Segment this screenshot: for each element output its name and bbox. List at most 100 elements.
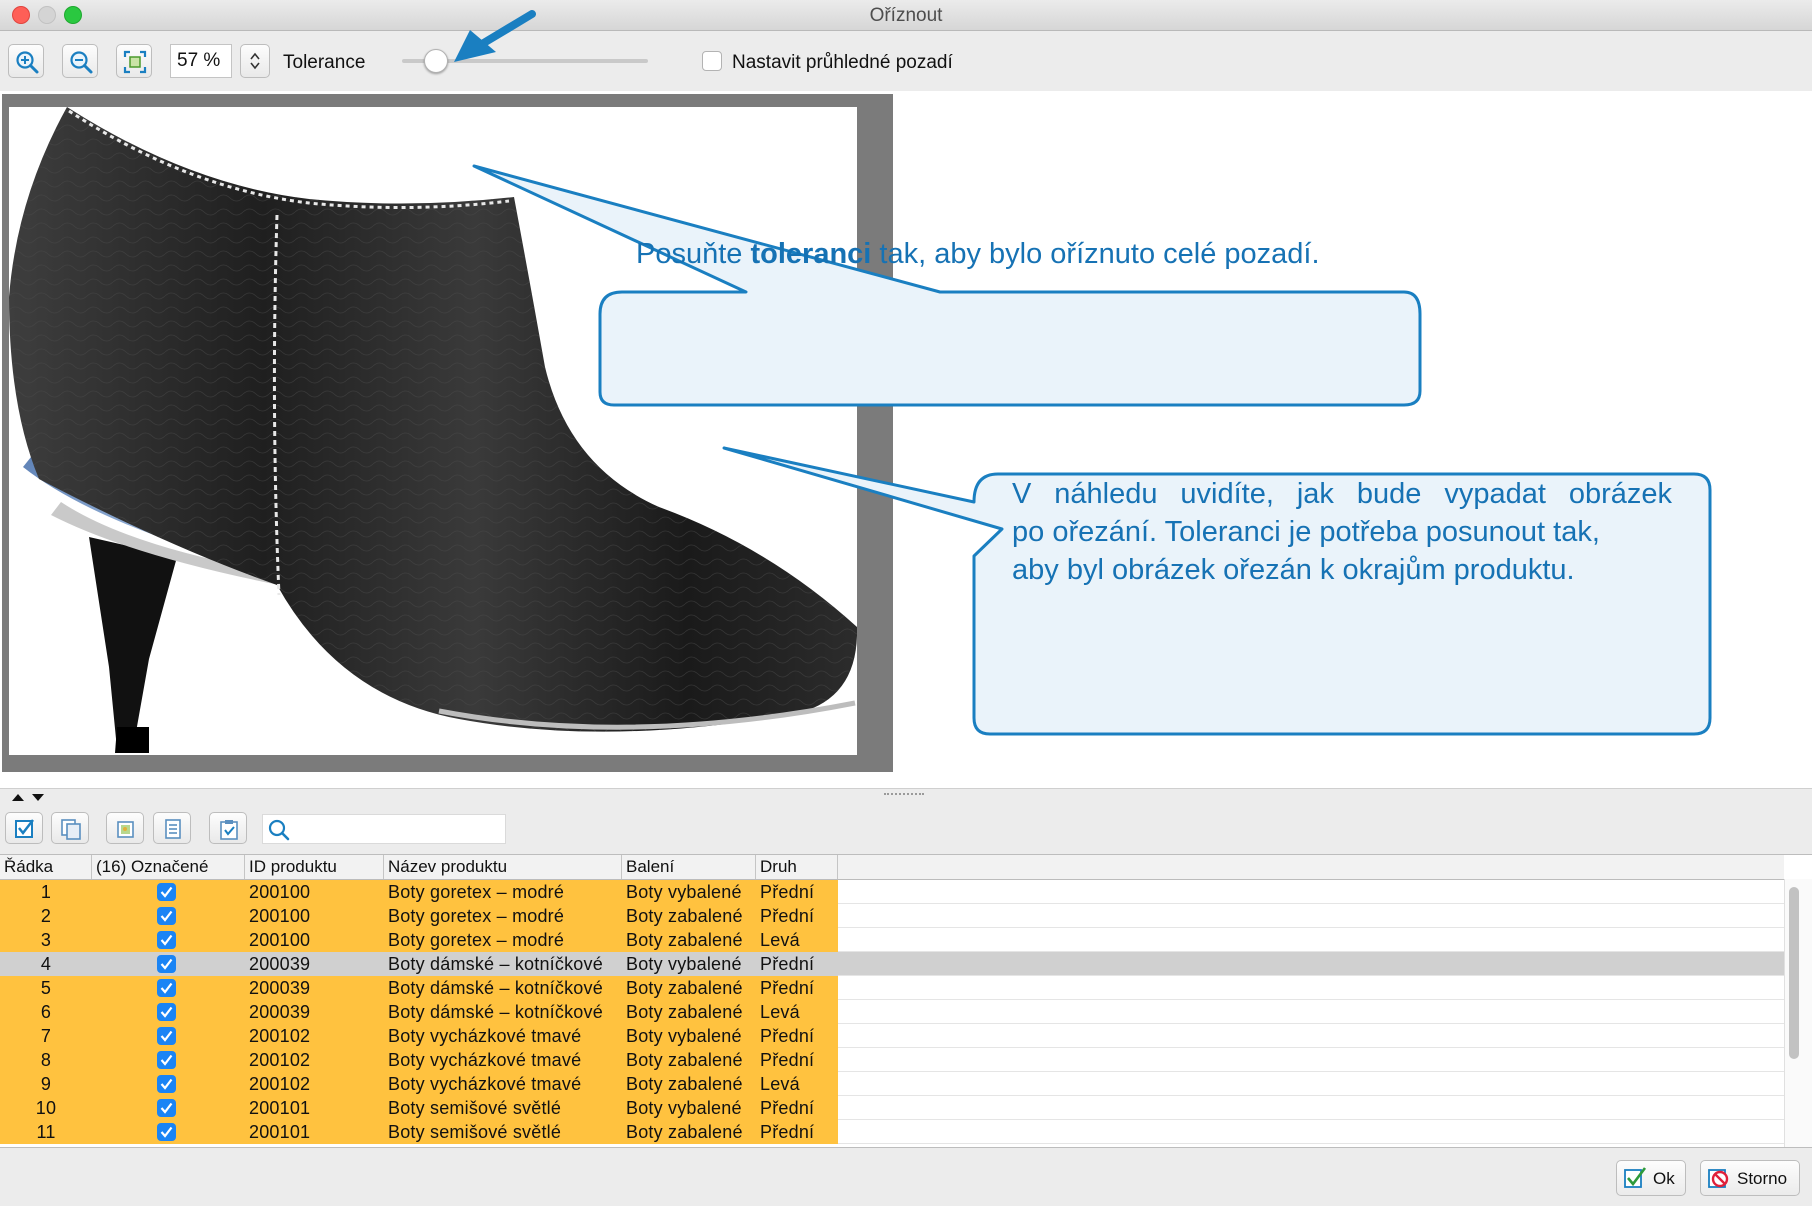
row-checkbox[interactable] bbox=[157, 1123, 176, 1141]
cell-product-name: Boty dámské – kotníčkové bbox=[388, 1002, 603, 1022]
cell-kind: Přední bbox=[760, 1098, 815, 1118]
cell-row-number: 10 bbox=[35, 1098, 57, 1118]
cell-product-name: Boty goretex – modré bbox=[388, 906, 565, 926]
checkmark-icon bbox=[160, 958, 173, 970]
table-row[interactable]: 4 200039 Boty dámské – kotníčkové Boty vyba… bbox=[0, 952, 1784, 976]
cell-product-id: 200101 bbox=[249, 1098, 311, 1118]
checkmark-icon bbox=[160, 1054, 173, 1066]
table-row[interactable]: 2 200100 Boty goretex – modré Boty zabalené… bbox=[0, 904, 1784, 928]
cell-row-number: 5 bbox=[40, 978, 52, 998]
cell-kind: Přední bbox=[760, 882, 815, 902]
column-header-marked[interactable]: (16) Označené bbox=[92, 855, 245, 879]
ok-button[interactable]: Ok bbox=[1616, 1160, 1686, 1196]
cell-product-id: 200100 bbox=[249, 930, 311, 950]
tolerance-callout-bubble bbox=[472, 164, 1422, 407]
check-all-button[interactable] bbox=[5, 812, 43, 844]
row-empty-area bbox=[838, 1048, 1784, 1072]
table-row[interactable]: 9 200102 Boty vycházkové tmavé Boty zabalen… bbox=[0, 1072, 1784, 1096]
tolerance-callout-text: Posuňte toleranci tak, aby bylo oříznuto… bbox=[636, 238, 1320, 270]
callout-overlay bbox=[454, 10, 1712, 736]
image-icon bbox=[117, 821, 134, 838]
table-row[interactable]: 10 200101 Boty semišové světlé Boty vybalen… bbox=[0, 1096, 1784, 1120]
cell-product-id: 200102 bbox=[249, 1050, 311, 1070]
row-checkbox[interactable] bbox=[157, 1075, 176, 1093]
table-row[interactable]: 7 200102 Boty vycházkové tmavé Boty vybalen… bbox=[0, 1024, 1784, 1048]
cancel-button[interactable]: Storno bbox=[1700, 1160, 1800, 1196]
column-header-name[interactable]: Název produktu bbox=[384, 855, 622, 879]
image-action-button[interactable] bbox=[106, 812, 144, 844]
cell-product-id: 200100 bbox=[249, 906, 311, 926]
cell-product-id: 200039 bbox=[249, 954, 311, 974]
column-header-id[interactable]: ID produktu bbox=[245, 855, 384, 879]
row-checkbox[interactable] bbox=[157, 1099, 176, 1117]
splitter-grip[interactable] bbox=[884, 793, 924, 798]
cell-product-name: Boty vycházkové tmavé bbox=[388, 1026, 582, 1046]
cell-row-number: 2 bbox=[40, 906, 52, 926]
row-checkbox[interactable] bbox=[157, 979, 176, 997]
cell-row-number: 9 bbox=[40, 1074, 52, 1094]
cell-packing: Boty vybalené bbox=[626, 954, 742, 974]
preview-callout-line-3: aby byl obrázek ořezán k okrajům produkt… bbox=[1012, 554, 1575, 586]
table-row[interactable]: 5 200039 Boty dámské – kotníčkové Boty zaba… bbox=[0, 976, 1784, 1000]
cell-row-number: 6 bbox=[40, 1002, 52, 1022]
grid-search-input[interactable] bbox=[262, 814, 506, 844]
row-checkbox[interactable] bbox=[157, 1003, 176, 1021]
cell-packing: Boty zabalené bbox=[626, 906, 743, 926]
grid-scrollbar-thumb[interactable] bbox=[1789, 887, 1799, 1059]
export-button[interactable] bbox=[209, 812, 247, 844]
cell-product-id: 200039 bbox=[249, 1002, 311, 1022]
grid-header: Řádka (16) Označené ID produktu Název pr… bbox=[0, 855, 1784, 880]
cell-product-name: Boty dámské – kotníčkové bbox=[388, 954, 603, 974]
cancel-button-label: Storno bbox=[1737, 1169, 1788, 1188]
cell-product-id: 200102 bbox=[249, 1026, 311, 1046]
row-empty-area bbox=[838, 1024, 1784, 1048]
uncheck-all-button[interactable] bbox=[51, 812, 89, 844]
checkmark-icon bbox=[160, 1030, 173, 1042]
row-checkbox[interactable] bbox=[157, 1027, 176, 1045]
column-header-packing[interactable]: Balení bbox=[622, 855, 756, 879]
table-row[interactable]: 1 200100 Boty goretex – modré Boty vybalené… bbox=[0, 880, 1784, 904]
row-checkbox[interactable] bbox=[157, 907, 176, 925]
cell-product-id: 200039 bbox=[249, 978, 311, 998]
row-checkbox[interactable] bbox=[157, 883, 176, 901]
preview-callout-text: V náhledu uvidíte, jak bude vypadat obrá… bbox=[1012, 475, 1672, 589]
panel-splitter[interactable] bbox=[0, 788, 1812, 805]
clipboard-icon bbox=[220, 820, 238, 840]
cell-packing: Boty vybalené bbox=[626, 1098, 742, 1118]
cell-kind: Přední bbox=[760, 1122, 815, 1142]
cell-product-name: Boty semišové světlé bbox=[388, 1122, 562, 1142]
check-all-icon bbox=[15, 819, 34, 838]
checkmark-icon bbox=[160, 1102, 173, 1114]
collapse-expand-arrows-icon[interactable] bbox=[10, 792, 50, 802]
row-checkbox[interactable] bbox=[157, 1051, 176, 1069]
cell-packing: Boty zabalené bbox=[626, 930, 743, 950]
table-row[interactable]: 3 200100 Boty goretex – modré Boty zabalené… bbox=[0, 928, 1784, 952]
row-empty-area bbox=[838, 880, 1784, 904]
grid-toolbar bbox=[0, 804, 1812, 854]
checkmark-icon bbox=[160, 1126, 173, 1138]
checkmark-icon bbox=[160, 886, 173, 898]
list-action-button[interactable] bbox=[153, 812, 191, 844]
cell-product-name: Boty semišové světlé bbox=[388, 1098, 562, 1118]
cell-product-name: Boty vycházkové tmavé bbox=[388, 1074, 582, 1094]
table-row[interactable]: 6 200039 Boty dámské – kotníčkové Boty zaba… bbox=[0, 1000, 1784, 1024]
table-row[interactable]: 11 200101 Boty semišové světlé Boty zabalen… bbox=[0, 1120, 1784, 1144]
cell-packing: Boty zabalené bbox=[626, 1122, 743, 1142]
checkmark-icon bbox=[160, 934, 173, 946]
cell-product-name: Boty goretex – modré bbox=[388, 930, 565, 950]
table-row[interactable]: 8 200102 Boty vycházkové tmavé Boty zabalen… bbox=[0, 1048, 1784, 1072]
row-empty-area bbox=[838, 1000, 1784, 1024]
ok-check-icon bbox=[1624, 1167, 1647, 1188]
cell-kind: Levá bbox=[760, 1002, 800, 1022]
column-header-row[interactable]: Řádka bbox=[0, 855, 92, 879]
row-checkbox[interactable] bbox=[157, 955, 176, 973]
cell-packing: Boty zabalené bbox=[626, 978, 743, 998]
row-checkbox[interactable] bbox=[157, 931, 176, 949]
cell-product-id: 200100 bbox=[249, 882, 311, 902]
cell-row-number: 4 bbox=[40, 954, 52, 974]
row-empty-area bbox=[838, 928, 1784, 952]
cell-kind: Přední bbox=[760, 1050, 815, 1070]
checkmark-icon bbox=[160, 1078, 173, 1090]
cell-row-number: 7 bbox=[40, 1026, 52, 1046]
column-header-kind[interactable]: Druh bbox=[756, 855, 838, 879]
